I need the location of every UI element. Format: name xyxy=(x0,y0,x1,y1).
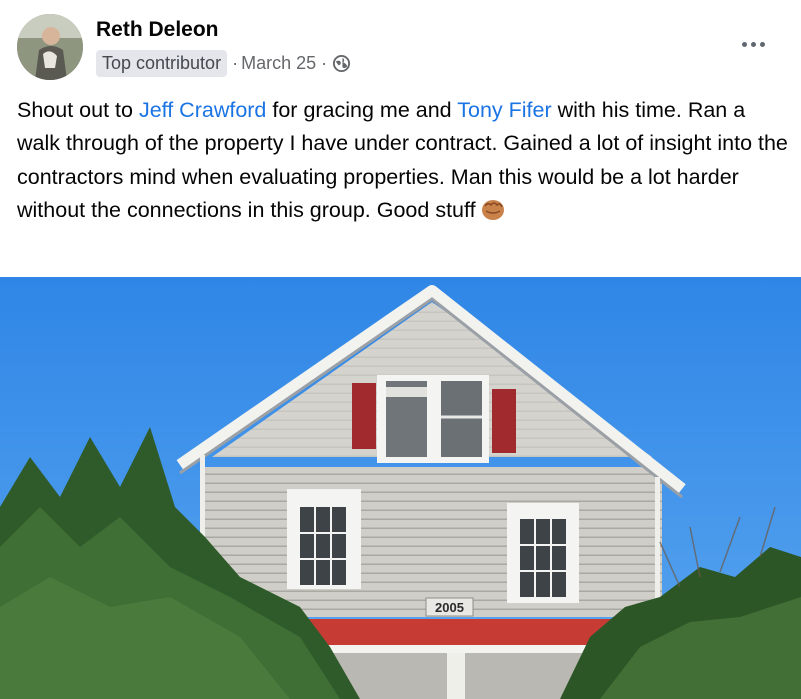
more-dot xyxy=(759,41,765,47)
more-dot xyxy=(750,41,756,47)
house-number: 2005 xyxy=(435,600,464,615)
mention-link[interactable]: Jeff Crawford xyxy=(139,98,266,122)
post-date[interactable]: March 25 xyxy=(241,53,316,74)
top-contributor-badge[interactable]: Top contributor xyxy=(96,49,228,77)
author-name[interactable]: Reth Deleon xyxy=(96,18,219,42)
post-body: Shout out to Jeff Crawford for gracing m… xyxy=(17,94,792,228)
meta-separator: · xyxy=(232,52,239,73)
meta-separator: · xyxy=(321,52,328,73)
post-meta: Top contributor · March 25 · xyxy=(96,48,351,78)
post-header: Reth Deleon Top contributor · March 25 · xyxy=(0,0,801,90)
globe-icon xyxy=(332,54,351,73)
feed-post: Reth Deleon Top contributor · March 25 ·… xyxy=(0,0,801,699)
more-options-icon[interactable] xyxy=(735,30,771,58)
post-photo[interactable]: 2005 xyxy=(0,277,801,699)
more-dot xyxy=(741,41,747,47)
author-avatar[interactable] xyxy=(17,14,83,80)
post-text: for gracing me and xyxy=(266,98,458,122)
mention-link[interactable]: Tony Fifer xyxy=(457,98,551,122)
fist-bump-emoji-icon xyxy=(480,197,506,221)
post-text: Shout out to xyxy=(17,98,139,122)
